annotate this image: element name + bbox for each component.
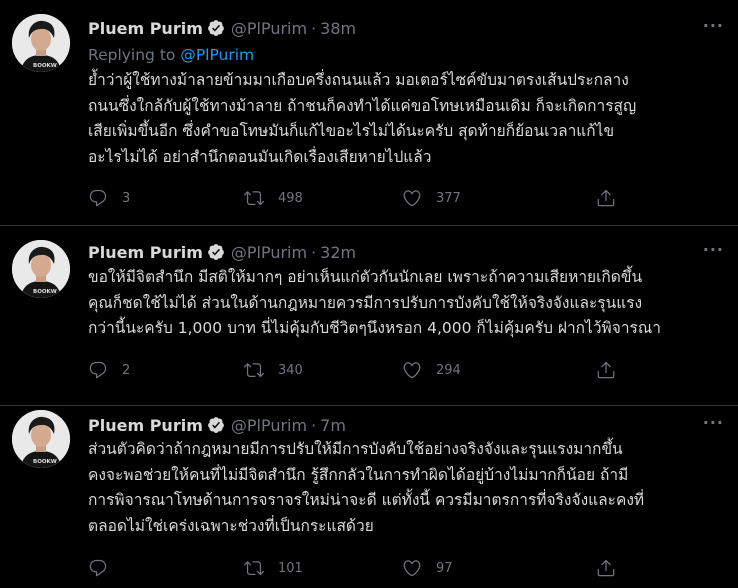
svg-text:BOOKW: BOOKW [33,459,57,465]
avatar-photo-icon: BOOKW [12,410,70,468]
reply-icon [89,361,107,379]
share-icon [597,559,615,577]
share-button[interactable] [596,188,616,208]
tweet-text: ย้ำว่าผู้ใช้ทางม้าลายข้ามมาเกือบครึ่งถนน… [88,71,637,166]
share-button[interactable] [596,360,616,380]
share-icon [597,361,615,379]
timestamp[interactable]: 38m [320,19,356,38]
retweet-count: 340 [278,362,303,378]
reply-count: 2 [122,362,131,378]
like-count: 377 [436,190,461,206]
avatar-photo-icon: BOOKW [12,240,70,298]
reply-button[interactable]: 3 [88,188,130,208]
reply-count: 3 [122,190,131,206]
share-icon [597,189,615,207]
avatar[interactable]: BOOKW [12,240,70,298]
avatar[interactable]: BOOKW [12,410,70,468]
reply-icon [89,189,107,207]
avatar[interactable]: BOOKW [12,14,70,72]
like-button[interactable]: 294 [402,360,461,380]
author-handle[interactable]: @PlPurim [231,243,307,262]
separator-dot: · [311,415,317,435]
tweet-header: Pluem Purim @PlPurim · 32m [88,239,356,265]
reply-button[interactable]: 2 [88,360,130,380]
retweet-icon [244,561,264,576]
like-button[interactable]: 377 [402,188,461,208]
svg-text:BOOKW: BOOKW [33,289,57,295]
reply-icon [89,559,107,577]
verified-badge-icon [207,417,224,433]
timestamp[interactable]: 7m [320,416,346,435]
author-name[interactable]: Pluem Purim [88,243,203,262]
tweet-header: Pluem Purim @PlPurim · 38m [88,15,356,41]
tweet-header: Pluem Purim @PlPurim · 7m [88,412,346,438]
like-icon [403,190,421,207]
retweet-button[interactable]: 340 [244,360,303,380]
retweet-count: 101 [278,560,303,576]
retweet-button[interactable]: 498 [244,188,303,208]
author-name[interactable]: Pluem Purim [88,416,203,435]
separator-dot: · [311,242,317,262]
replying-to: Replying to @PlPurim [88,46,254,64]
author-name[interactable]: Pluem Purim [88,19,203,38]
verified-badge-icon [207,244,224,260]
author-handle[interactable]: @PlPurim [231,19,307,38]
more-options-icon[interactable]: ··· [703,240,724,259]
timestamp[interactable]: 32m [320,243,356,262]
like-icon [403,560,421,577]
like-icon [403,362,421,379]
tweet[interactable]: BOOKW Pluem Purim @PlPurim · 7m ··· ส่วน… [0,406,738,588]
author-handle[interactable]: @PlPurim [231,416,307,435]
like-count: 294 [436,362,461,378]
tweet[interactable]: BOOKW Pluem Purim @PlPurim · 32m ··· ขอใ… [0,226,738,406]
verified-badge-icon [207,20,224,36]
svg-text:BOOKW: BOOKW [33,63,57,69]
tweet-text: ส่วนตัวคิดว่าถ้ากฎหมายมีการปรับให้มีการบ… [88,440,645,535]
retweet-count: 498 [278,190,303,206]
avatar-photo-icon: BOOKW [12,14,70,72]
retweet-icon [244,191,264,206]
reply-button[interactable] [88,558,122,578]
retweet-icon [244,363,264,378]
retweet-button[interactable]: 101 [244,558,303,578]
share-button[interactable] [596,558,616,578]
like-count: 97 [436,560,453,576]
tweet-actions: 101 97 [88,557,628,579]
tweet[interactable]: BOOKW Pluem Purim @PlPurim · 38m ··· Rep… [0,0,738,226]
tweet-actions: 2 340 294 [88,359,628,381]
tweet-text: ขอให้มีจิตสำนึก มีสติให้มากๆ อย่าเห็นแก่… [88,268,661,337]
like-button[interactable]: 97 [402,558,453,578]
separator-dot: · [311,18,317,38]
more-options-icon[interactable]: ··· [703,16,724,35]
replying-to-handle[interactable]: @PlPurim [180,46,254,64]
more-options-icon[interactable]: ··· [703,413,724,432]
tweet-actions: 3 498 377 [88,187,628,209]
replying-to-label: Replying to [88,46,176,64]
